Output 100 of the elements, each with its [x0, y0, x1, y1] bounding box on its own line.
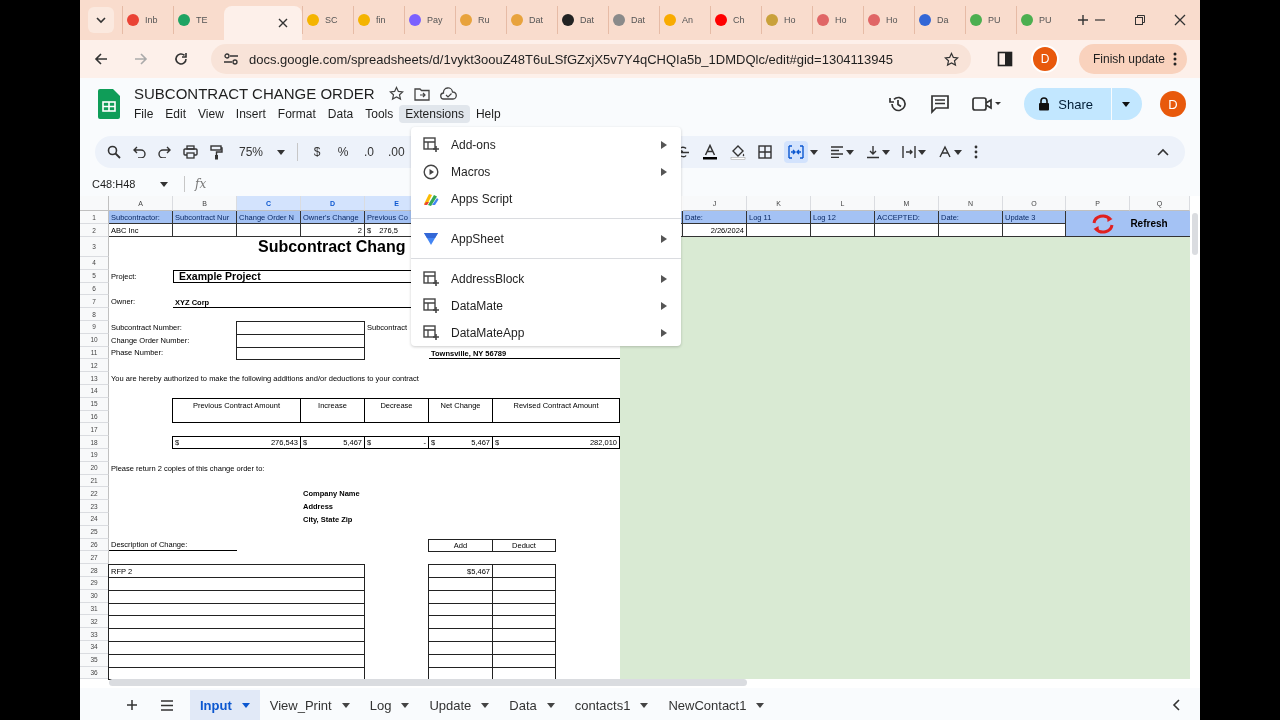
- browser-tab[interactable]: SC: [302, 6, 353, 34]
- restore-icon[interactable]: [1134, 14, 1146, 26]
- redo-icon[interactable]: [158, 146, 171, 158]
- sheet-tab[interactable]: Log: [359, 690, 420, 720]
- browser-tab[interactable]: Dat: [506, 6, 557, 34]
- name-box[interactable]: C48:H48: [92, 178, 150, 190]
- browser-tab[interactable]: Da: [914, 6, 965, 34]
- browser-tab[interactable]: Ch: [710, 6, 761, 34]
- caret-icon[interactable]: [882, 149, 891, 155]
- browser-tab[interactable]: Pay: [404, 6, 455, 34]
- caret-icon: [277, 149, 286, 155]
- browser-tab[interactable]: Ho: [812, 6, 863, 34]
- history-icon[interactable]: [888, 94, 909, 114]
- comment-icon[interactable]: [930, 94, 951, 114]
- fill-color-icon[interactable]: [730, 144, 747, 160]
- paint-format-icon[interactable]: [210, 144, 223, 160]
- caret-icon[interactable]: [918, 149, 927, 155]
- format-button[interactable]: $: [310, 145, 325, 159]
- merge-cells-button[interactable]: [784, 141, 809, 163]
- sheet-tab[interactable]: contacts1: [564, 690, 659, 720]
- menu-item[interactable]: Extensions: [399, 105, 470, 123]
- star-icon[interactable]: [944, 51, 959, 67]
- tab-search-button[interactable]: [88, 7, 114, 33]
- menu-item[interactable]: View: [192, 105, 230, 123]
- submenu-arrow-icon: [661, 140, 667, 149]
- new-tab-icon[interactable]: [1077, 14, 1089, 26]
- browser-tab[interactable]: Dat: [608, 6, 659, 34]
- back-icon[interactable]: [93, 51, 109, 67]
- text-color-icon[interactable]: [702, 144, 719, 160]
- vertical-align-icon[interactable]: [866, 145, 881, 159]
- print-icon[interactable]: [183, 145, 198, 159]
- scrollbar[interactable]: [1192, 213, 1198, 255]
- profile-button[interactable]: D: [1031, 45, 1059, 73]
- finish-update-button[interactable]: Finish update: [1079, 44, 1188, 74]
- reload-icon[interactable]: [173, 51, 189, 67]
- menu-item[interactable]: Edit: [159, 105, 193, 123]
- browser-tab[interactable]: PU: [965, 6, 1016, 34]
- align-icon[interactable]: [830, 146, 845, 158]
- cloud-icon[interactable]: [439, 87, 457, 100]
- sheet-tab[interactable]: Input: [190, 690, 260, 720]
- sheet-title: Subcontract Chang: [258, 238, 406, 256]
- caret-icon[interactable]: [160, 181, 168, 187]
- side-panel-icon[interactable]: [997, 51, 1013, 67]
- site-settings-icon[interactable]: [223, 52, 239, 66]
- add-sheet-icon[interactable]: [126, 699, 138, 711]
- browser-tab[interactable]: Dat: [557, 6, 608, 34]
- caret-icon[interactable]: [954, 149, 963, 155]
- caret-icon[interactable]: [846, 149, 855, 155]
- browser-tab[interactable]: fin: [353, 6, 404, 34]
- video-call-icon[interactable]: [972, 96, 1003, 112]
- browser-tab[interactable]: PU: [1016, 6, 1067, 34]
- undo-icon[interactable]: [133, 146, 146, 158]
- browser-tab[interactable]: Ho: [863, 6, 914, 34]
- format-button[interactable]: .0: [362, 145, 377, 159]
- text-wrap-icon[interactable]: [902, 145, 917, 159]
- profile-button[interactable]: D: [1160, 91, 1186, 117]
- menu-icon[interactable]: [160, 699, 174, 711]
- zoom-dropdown[interactable]: 75%: [235, 145, 286, 159]
- sheet-tab[interactable]: NewContact1: [658, 690, 775, 720]
- table-cell: [237, 224, 301, 237]
- caret-icon: [640, 702, 649, 708]
- browser-tab[interactable]: Inb: [122, 6, 173, 34]
- sheet-tab[interactable]: Update: [419, 690, 500, 720]
- format-button[interactable]: %: [336, 145, 351, 159]
- collapse-icon[interactable]: [1157, 148, 1169, 156]
- menu-item[interactable]: Tools: [359, 105, 400, 123]
- more-icon[interactable]: [974, 145, 979, 159]
- refresh-button[interactable]: Refresh: [1066, 211, 1190, 237]
- browser-tab[interactable]: Ru: [455, 6, 506, 34]
- chevron-left-icon[interactable]: [1172, 699, 1180, 711]
- menu-item[interactable]: AppSheet: [411, 225, 681, 252]
- menu-item[interactable]: Help: [469, 105, 507, 123]
- menu-item[interactable]: File: [128, 105, 160, 123]
- menu-item[interactable]: Insert: [229, 105, 272, 123]
- apps-script-icon: [423, 191, 439, 206]
- sheets-logo-icon[interactable]: [98, 89, 120, 119]
- sheet-tab[interactable]: Data: [499, 690, 565, 720]
- share-button[interactable]: Share: [1024, 88, 1142, 120]
- menu-item[interactable]: Data: [321, 105, 360, 123]
- folder-icon[interactable]: [413, 86, 430, 101]
- scrollbar[interactable]: [109, 679, 747, 687]
- search-icon[interactable]: [107, 145, 121, 159]
- text-rotation-icon[interactable]: [938, 145, 953, 159]
- borders-icon[interactable]: [758, 145, 773, 159]
- caret-icon[interactable]: [810, 149, 819, 155]
- close-icon[interactable]: [1174, 14, 1186, 26]
- star-icon[interactable]: [388, 86, 404, 101]
- close-icon[interactable]: [278, 18, 288, 28]
- menu-item[interactable]: DataMateApp: [411, 319, 681, 346]
- menu-item[interactable]: Macros: [411, 158, 681, 185]
- browser-tab[interactable]: An: [659, 6, 710, 34]
- menu-item[interactable]: Format: [271, 105, 322, 123]
- menu-item[interactable]: Add-ons: [411, 131, 681, 158]
- format-button[interactable]: .00: [388, 145, 403, 159]
- browser-tab[interactable]: Ho: [761, 6, 812, 34]
- submenu-arrow-icon: [661, 328, 667, 337]
- table-cell: [747, 224, 811, 237]
- address-bar[interactable]: docs.google.com/spreadsheets/d/1vykt3oouZ48T6uLSfGZxjX5v7Y4qCHQIa5b_1DMDQlc/edit#gid=1304113945: [211, 44, 971, 74]
- sheet-tab[interactable]: View_Print: [259, 690, 360, 720]
- document-title[interactable]: SUBCONTRACT CHANGE ORDER: [134, 85, 375, 102]
